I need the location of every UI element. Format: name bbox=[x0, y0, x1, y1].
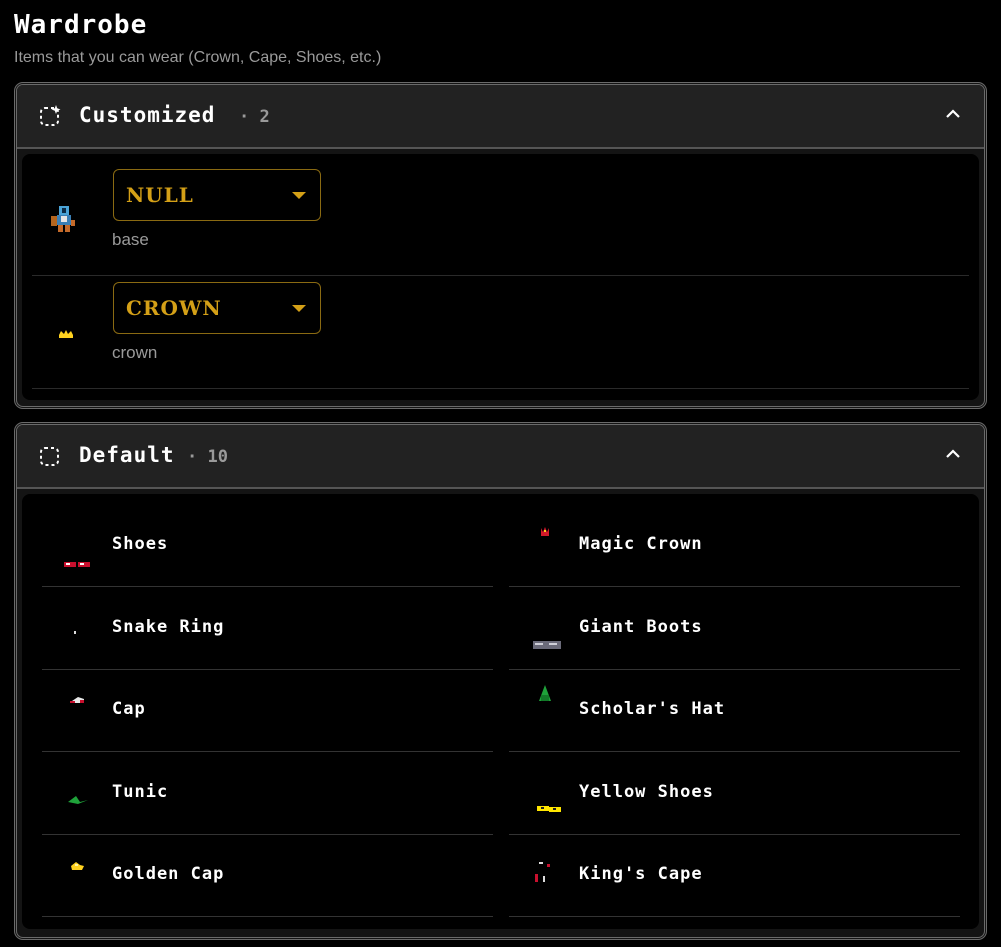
chevron-up-icon[interactable] bbox=[944, 445, 962, 463]
item-name: Golden Cap bbox=[112, 864, 225, 884]
customized-row-base: NULL base bbox=[32, 162, 969, 276]
dashed-sparkle-icon bbox=[40, 105, 61, 126]
crown-label: crown bbox=[112, 343, 158, 362]
item-scholars-hat[interactable]: Scholar's Hat bbox=[509, 669, 960, 752]
crown-select-value: CROWN bbox=[126, 296, 222, 320]
item-name: Tunic bbox=[112, 782, 169, 802]
item-shoes[interactable]: Shoes bbox=[42, 504, 493, 587]
customized-row-crown: CROWN crown bbox=[32, 275, 969, 389]
dashed-square-icon bbox=[40, 447, 59, 466]
base-label: base bbox=[112, 230, 149, 249]
default-title: Default bbox=[79, 443, 175, 467]
item-name: Cap bbox=[112, 699, 146, 719]
customized-title: Customized bbox=[79, 103, 216, 127]
default-count: · 10 bbox=[187, 447, 228, 467]
magic-crown-sprite-icon bbox=[541, 527, 549, 536]
item-name: Magic Crown bbox=[579, 534, 703, 554]
default-panel: Default · 10 Shoes Magic Crown Snake Rin… bbox=[14, 422, 987, 940]
item-cap[interactable]: Cap bbox=[42, 669, 493, 752]
customized-panel: Customized · 2 NULL base CROWN crown bbox=[14, 82, 987, 409]
page-subtitle: Items that you can wear (Crown, Cape, Sh… bbox=[14, 49, 382, 66]
scholars-hat-sprite-icon bbox=[539, 685, 551, 701]
crown-select[interactable]: CROWN bbox=[113, 282, 321, 334]
item-name: Shoes bbox=[112, 534, 169, 554]
item-kings-cape[interactable]: King's Cape bbox=[509, 834, 960, 917]
shoes-sprite-icon bbox=[64, 562, 90, 567]
item-giant-boots[interactable]: Giant Boots bbox=[509, 587, 960, 670]
item-name: King's Cape bbox=[579, 864, 703, 884]
item-magic-crown[interactable]: Magic Crown bbox=[509, 504, 960, 587]
cap-sprite-icon bbox=[70, 697, 84, 703]
item-name: Giant Boots bbox=[579, 617, 703, 637]
base-select[interactable]: NULL bbox=[113, 169, 321, 221]
page-title: Wardrobe bbox=[14, 10, 148, 40]
golden-cap-sprite-icon bbox=[71, 862, 84, 870]
kings-cape-sprite-icon bbox=[535, 862, 550, 882]
item-golden-cap[interactable]: Golden Cap bbox=[42, 834, 493, 917]
base-select-value: NULL bbox=[126, 183, 194, 207]
item-name: Yellow Shoes bbox=[579, 782, 714, 802]
giant-boots-sprite-icon bbox=[533, 641, 561, 649]
customized-panel-header[interactable]: Customized · 2 bbox=[17, 85, 984, 149]
caret-down-icon bbox=[292, 192, 306, 199]
default-panel-header[interactable]: Default · 10 bbox=[17, 425, 984, 489]
customized-list: NULL base CROWN crown bbox=[22, 154, 979, 400]
item-name: Scholar's Hat bbox=[579, 699, 726, 719]
customized-count: · 2 bbox=[239, 107, 270, 127]
knight-sprite-icon bbox=[51, 206, 75, 232]
default-list: Shoes Magic Crown Snake Ring Giant Boots bbox=[22, 494, 979, 929]
tunic-sprite-icon bbox=[68, 796, 88, 804]
item-tunic[interactable]: Tunic bbox=[42, 752, 493, 835]
caret-down-icon bbox=[292, 305, 306, 312]
chevron-up-icon[interactable] bbox=[944, 105, 962, 123]
item-name: Snake Ring bbox=[112, 617, 225, 637]
item-yellow-shoes[interactable]: Yellow Shoes bbox=[509, 752, 960, 835]
crown-sprite-icon bbox=[59, 330, 73, 338]
item-snake-ring[interactable]: Snake Ring bbox=[42, 587, 493, 670]
snake-ring-sprite-icon bbox=[74, 631, 76, 634]
yellow-shoes-sprite-icon bbox=[537, 806, 561, 812]
